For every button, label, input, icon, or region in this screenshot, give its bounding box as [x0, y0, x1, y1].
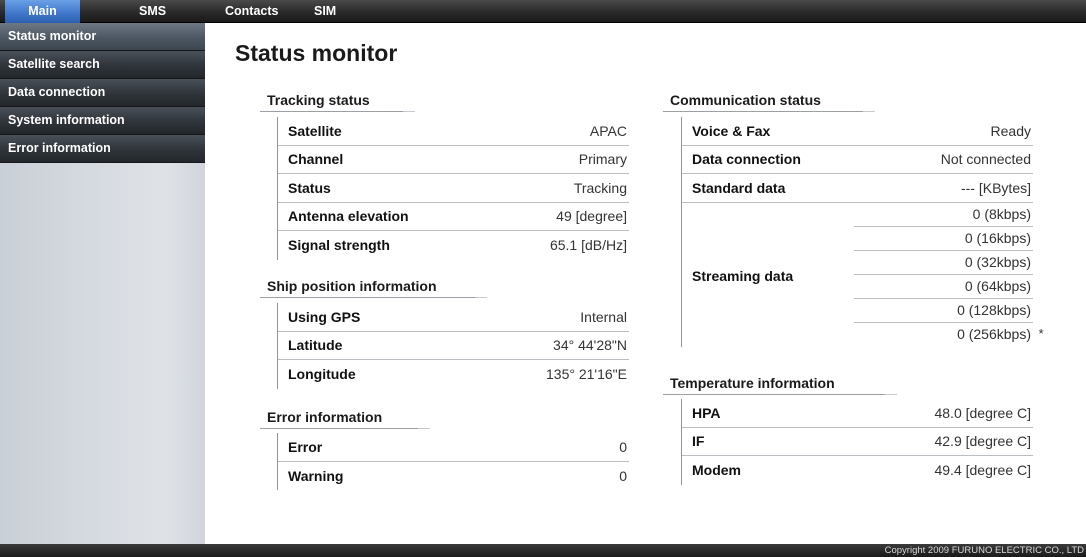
table-row: Data connection Not connected — [682, 146, 1033, 174]
table-row: Latitude 34° 44'28"N — [278, 332, 629, 360]
streaming-rate-value: 0 (256kbps) — [957, 325, 1031, 342]
row-value: --- [KBytes] — [960, 179, 1031, 196]
row-label: Standard data — [692, 179, 786, 196]
streaming-rate-row: 0 (8kbps) — [854, 203, 1033, 227]
streaming-rate-row: 0 (64kbps) — [854, 275, 1033, 299]
tab-main[interactable]: Main — [5, 0, 80, 23]
streaming-rate-value: 0 (16kbps) — [964, 229, 1031, 246]
sidebar: Status monitor Satellite search Data con… — [0, 23, 205, 544]
table-row: Warning 0 — [278, 462, 629, 491]
row-value: 135° 21'16"E — [546, 366, 627, 383]
row-label: Voice & Fax — [692, 122, 771, 139]
streaming-rate-value: 0 (64kbps) — [964, 277, 1031, 294]
error-information-table: Error 0 Warning 0 — [277, 433, 629, 490]
table-row: Signal strength 65.1 [dB/Hz] — [278, 231, 629, 260]
row-label: Satellite — [288, 122, 342, 139]
sidebar-item-data-connection[interactable]: Data connection — [0, 79, 205, 107]
streaming-rate-row: 0 (128kbps) — [854, 299, 1033, 323]
table-row: Modem 49.4 [degree C] — [682, 456, 1033, 485]
top-tab-bar: Main SMS Contacts SIM — [0, 0, 1086, 23]
sidebar-item-status-monitor[interactable]: Status monitor — [0, 23, 205, 51]
row-value: 48.0 [degree C] — [934, 404, 1031, 421]
streaming-rate-row: 0 (16kbps) — [854, 227, 1033, 251]
row-label: Antenna elevation — [288, 208, 409, 225]
streaming-data-block: Streaming data 0 (8kbps) 0 (16kbps) 0 (3… — [682, 203, 1043, 347]
row-value: 42.9 [degree C] — [934, 433, 1031, 450]
row-value: APAC — [589, 122, 627, 139]
table-row: Standard data --- [KBytes] — [682, 174, 1033, 203]
row-label: Longitude — [288, 366, 356, 383]
row-label: IF — [692, 433, 705, 450]
table-row: Longitude 135° 21'16"E — [278, 360, 629, 389]
row-label: Using GPS — [288, 308, 361, 325]
row-label: Status — [288, 179, 331, 196]
row-value: 0 — [619, 438, 627, 455]
sidebar-item-satellite-search[interactable]: Satellite search — [0, 51, 205, 79]
table-row: Status Tracking — [278, 174, 629, 203]
row-value: Not connected — [940, 151, 1031, 168]
section-title-error: Error information — [260, 407, 430, 429]
section-title-temperature: Temperature information — [663, 373, 897, 395]
ship-position-table: Using GPS Internal Latitude 34° 44'28"N Lo… — [277, 303, 629, 389]
row-label: HPA — [692, 404, 721, 421]
table-row: Antenna elevation 49 [degree] — [278, 203, 629, 231]
row-label: Data connection — [692, 151, 801, 168]
row-value: Internal — [580, 308, 627, 325]
temperature-information-table: HPA 48.0 [degree C] IF 42.9 [degree C] Mod… — [681, 399, 1033, 485]
main-content: Status monitor Tracking status Satellite… — [205, 23, 1086, 544]
row-label: Modem — [692, 462, 741, 479]
sidebar-item-system-information[interactable]: System information — [0, 107, 205, 135]
row-value: 0 — [619, 467, 627, 484]
row-value: Primary — [578, 151, 627, 168]
row-value: 49 [degree] — [556, 208, 627, 225]
row-label: Signal strength — [288, 237, 390, 254]
row-value: 65.1 [dB/Hz] — [549, 237, 627, 254]
row-value: 49.4 [degree C] — [934, 462, 1031, 479]
row-value: Tracking — [573, 179, 627, 196]
communication-status-table: Voice & Fax Ready Data connection Not conn… — [681, 117, 1043, 347]
tracking-status-table: Satellite APAC Channel Primary Status Track… — [277, 117, 629, 260]
table-row: Channel Primary — [278, 146, 629, 174]
streaming-rate-value: 0 (32kbps) — [964, 253, 1031, 270]
row-label: Warning — [288, 467, 344, 484]
streaming-rate-row: 0 (256kbps) * — [854, 323, 1043, 347]
table-row: Voice & Fax Ready — [682, 117, 1033, 146]
table-row: Error 0 — [278, 433, 629, 462]
page-title: Status monitor — [235, 40, 398, 66]
sidebar-item-error-information[interactable]: Error information — [0, 135, 205, 163]
table-row: Satellite APAC — [278, 117, 629, 146]
row-label: Latitude — [288, 337, 343, 354]
tab-contacts[interactable]: Contacts — [225, 0, 278, 23]
section-title-communication: Communication status — [663, 90, 875, 112]
table-row: Using GPS Internal — [278, 303, 629, 332]
tab-sms[interactable]: SMS — [139, 0, 166, 23]
streaming-rate-value: 0 (128kbps) — [957, 301, 1031, 318]
asterisk-note: * — [1037, 325, 1043, 341]
footer-copyright: Copyright 2009 FURUNO ELECTRIC CO., LTD — [0, 544, 1086, 557]
row-label: Channel — [288, 151, 344, 168]
row-label: Error — [288, 438, 323, 455]
row-value: 34° 44'28"N — [553, 337, 627, 354]
section-title-tracking: Tracking status — [260, 90, 415, 112]
streaming-data-label: Streaming data — [692, 267, 794, 284]
table-row: HPA 48.0 [degree C] — [682, 399, 1033, 428]
table-row: IF 42.9 [degree C] — [682, 428, 1033, 456]
tab-sim[interactable]: SIM — [314, 0, 336, 23]
section-title-ship-position: Ship position information — [260, 276, 487, 298]
streaming-rate-row: 0 (32kbps) — [854, 251, 1033, 275]
row-value: Ready — [990, 122, 1031, 139]
streaming-rate-value: 0 (8kbps) — [972, 205, 1031, 222]
